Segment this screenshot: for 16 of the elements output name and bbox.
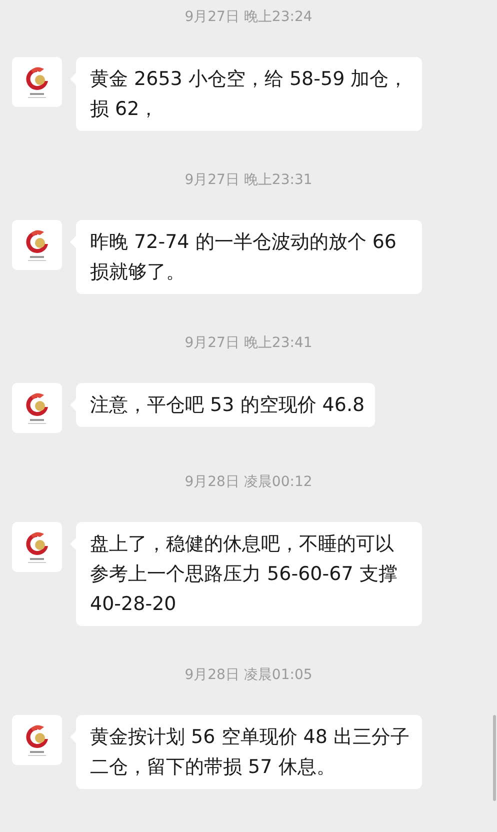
message-bubble: 盘上了，稳健的休息吧，不睡的可以参考上一个思路压力 56-60-67 支撑 40-28-20 bbox=[76, 522, 422, 626]
timestamp: 9月28日 凌晨00:12 bbox=[184, 473, 312, 492]
avatar[interactable] bbox=[12, 383, 62, 433]
timestamp: 9月27日 晚上23:24 bbox=[184, 8, 312, 27]
timestamp: 9月28日 凌晨01:05 bbox=[184, 666, 312, 685]
message-bubble: 黄金 2653 小仓空，给 58-59 加仓，损 62， bbox=[76, 57, 422, 131]
scrollbar[interactable] bbox=[493, 715, 496, 801]
message-bubble: 昨晚 72-74 的一半仓波动的放个 66 损就够了。 bbox=[76, 220, 422, 294]
avatar[interactable] bbox=[12, 522, 62, 572]
avatar[interactable] bbox=[12, 220, 62, 270]
message-bubble: 黄金按计划 56 空单现价 48 出三分子二仓，留下的带损 57 休息。 bbox=[76, 715, 422, 789]
avatar[interactable] bbox=[12, 715, 62, 765]
message-bubble: 注意，平仓吧 53 的空现价 46.8 bbox=[76, 383, 375, 427]
timestamp: 9月27日 晚上23:31 bbox=[184, 171, 312, 190]
avatar[interactable] bbox=[12, 57, 62, 107]
timestamp: 9月27日 晚上23:41 bbox=[184, 334, 312, 353]
